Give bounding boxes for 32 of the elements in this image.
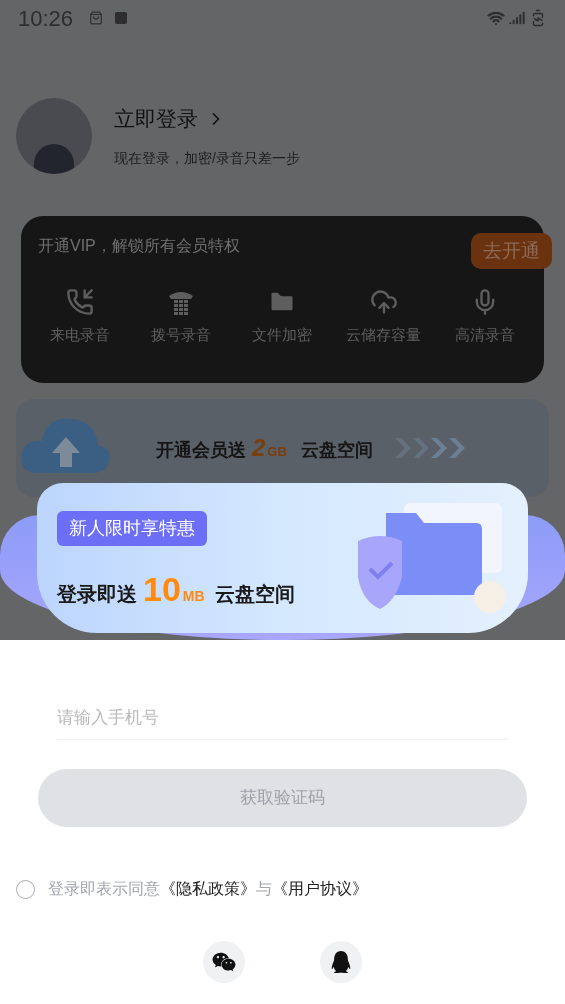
bag-icon: [89, 11, 104, 25]
incoming-call-icon: [65, 288, 94, 316]
signal-icon: [509, 10, 525, 26]
vip-open-button[interactable]: 去开通: [471, 233, 552, 269]
feature-label: 文件加密: [252, 325, 313, 345]
agreement-text: 与: [256, 879, 272, 899]
login-title[interactable]: 立即登录: [114, 102, 198, 135]
banner-text: 开通会员送: [156, 439, 246, 462]
agreement-text: 登录即表示同意: [48, 879, 160, 899]
feature-label: 来电录音: [49, 325, 110, 345]
promo-amount: 10: [143, 572, 181, 606]
privacy-policy-link[interactable]: 《隐私政策》: [160, 877, 256, 901]
cloud-upload-icon: [369, 288, 398, 316]
qq-login-button[interactable]: [320, 941, 362, 983]
login-subtitle: 现在登录，加密/录音只差一步: [114, 149, 300, 169]
banner-amount: 2: [252, 433, 266, 463]
feature-label: 高清录音: [455, 325, 516, 345]
promo-text: 登录即送: [57, 582, 137, 607]
feature-label: 拨号录音: [151, 325, 212, 345]
user-agreement-link[interactable]: 《用户协议》: [272, 877, 368, 901]
feature-label: 云储存容量: [346, 325, 422, 345]
wechat-login-button[interactable]: [203, 941, 245, 983]
promo-text: 云盘空间: [214, 582, 295, 607]
banner-text: 云盘空间: [300, 439, 373, 462]
promo-badge: 新人限时享特惠: [57, 511, 207, 546]
promo-unit: MB: [182, 587, 205, 606]
banner-unit: GB: [267, 443, 287, 461]
vip-card-title: 开通VIP，解锁所有会员特权: [38, 236, 240, 256]
penguin-icon: [330, 951, 352, 973]
status-time: 10:26: [18, 4, 74, 33]
chat-bubbles-icon: [212, 950, 236, 974]
wifi-icon: [487, 9, 505, 27]
